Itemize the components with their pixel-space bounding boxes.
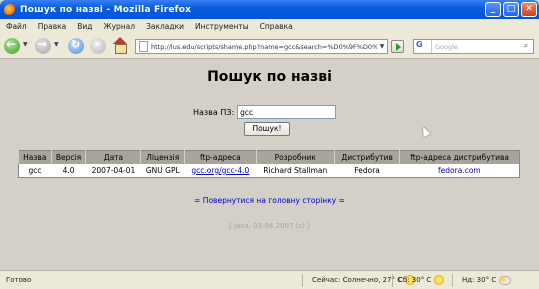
cell-distro-ftp: fedora.com xyxy=(400,164,520,178)
menu-bookmarks[interactable]: Закладки xyxy=(146,22,184,31)
cell-ftp: gcc.org/gcc-4.0 xyxy=(185,164,256,178)
name-label: Назва ПЗ: xyxy=(193,107,235,117)
status-divider xyxy=(452,274,453,287)
column-header: ftp-адреса дистрибутива xyxy=(399,150,520,164)
column-header: Назва xyxy=(18,150,52,164)
weather-day2-label: Сб: 30° C xyxy=(398,276,432,284)
cell-developer: Richard Stallman xyxy=(263,165,328,175)
column-header: Дистрибутив xyxy=(333,150,400,164)
window-titlebar: Пошук по назві - Mozilla Firefox _ □ ✕ xyxy=(0,0,539,19)
reload-icon[interactable] xyxy=(68,38,84,54)
status-divider xyxy=(302,274,303,287)
back-dropdown-icon[interactable]: ▼ xyxy=(23,41,28,48)
forward-icon[interactable] xyxy=(35,37,51,54)
status-text: Готово xyxy=(6,276,32,284)
url-text[interactable]: http://lus.edu/scripts/shame.php?name=gc… xyxy=(151,43,377,51)
column-header: Ліцензія xyxy=(140,150,185,164)
cell-date: 2007-04-01 xyxy=(91,165,136,175)
column-header: Дата xyxy=(85,150,141,164)
cell-version: 4.0 xyxy=(62,165,75,175)
home-icon[interactable] xyxy=(112,37,128,54)
column-header: Розробник xyxy=(255,150,335,164)
sun-icon xyxy=(434,275,445,285)
column-header: ftp-адреса xyxy=(184,150,257,164)
search-form: Назва ПЗ: xyxy=(193,105,337,119)
search-button[interactable]: Пошук! xyxy=(244,122,290,136)
menu-history[interactable]: Журнал xyxy=(104,22,136,31)
page-title: Пошук по назві xyxy=(207,69,332,85)
search-input[interactable]: Google xyxy=(432,43,519,51)
status-bar: Готово Сейчас: Солнечно, 27° C Сб: 30° C… xyxy=(0,270,539,289)
weather-today-label: Сейчас: Солнечно, 27° C xyxy=(312,276,403,284)
menu-file[interactable]: Файл xyxy=(6,22,27,31)
weather-day3-label: Нд: 30° C xyxy=(462,276,497,284)
url-bar[interactable]: http://lus.edu/scripts/shame.php?name=gc… xyxy=(135,39,388,54)
menu-help[interactable]: Справка xyxy=(260,22,293,31)
go-button[interactable] xyxy=(391,40,404,53)
menu-view[interactable]: Вид xyxy=(77,22,92,31)
menu-bar: Файл Правка Вид Журнал Закладки Инструме… xyxy=(0,19,539,33)
google-icon[interactable]: G xyxy=(414,40,432,53)
mouse-cursor-icon xyxy=(419,124,431,138)
cell-license: GNU GPL xyxy=(145,165,180,175)
maximize-button[interactable]: □ xyxy=(503,2,519,17)
results-table: Назва Версія Дата Ліцензія ftp-адреса Ро… xyxy=(18,150,520,178)
cell-distribution: Fedora xyxy=(354,165,380,175)
footer-note: [ Java, 03.04.2007 (c) ] xyxy=(229,222,310,230)
name-input[interactable] xyxy=(237,105,337,119)
column-header: Версія xyxy=(50,150,86,164)
partly-cloudy-icon xyxy=(499,275,512,285)
back-icon[interactable] xyxy=(4,37,20,54)
firefox-icon xyxy=(4,3,16,16)
weather-day2[interactable]: Сб: 30° C xyxy=(398,275,445,285)
stop-icon[interactable] xyxy=(90,38,106,54)
distro-ftp-link[interactable]: fedora.com xyxy=(438,166,481,175)
forward-dropdown-icon[interactable]: ▼ xyxy=(54,41,59,48)
close-button[interactable]: ✕ xyxy=(521,2,537,17)
status-divider xyxy=(392,274,393,287)
minimize-button[interactable]: _ xyxy=(485,2,501,17)
table-header-row: Назва Версія Дата Ліцензія ftp-адреса Ро… xyxy=(18,150,520,164)
url-dropdown-icon[interactable]: ▼ xyxy=(377,43,387,50)
page-content: Пошук по назві Назва ПЗ: Пошук! Назва Ве… xyxy=(0,60,539,270)
cell-name: gcc xyxy=(28,165,42,175)
search-bar[interactable]: G Google ⌕ xyxy=(413,39,534,54)
back-to-home-link[interactable]: = Повернутися на головну сторінку = xyxy=(0,196,539,205)
page-icon xyxy=(139,41,148,52)
ftp-link[interactable]: gcc.org/gcc-4.0 xyxy=(191,166,249,175)
menu-tools[interactable]: Инструменты xyxy=(195,22,249,31)
search-icon[interactable]: ⌕ xyxy=(519,40,533,53)
menu-edit[interactable]: Правка xyxy=(38,22,67,31)
window-title: Пошук по назві - Mozilla Firefox xyxy=(20,4,192,15)
table-row: gcc 4.0 2007-04-01 GNU GPL gcc.org/gcc-4… xyxy=(19,164,520,178)
navigation-toolbar: ▼ ▼ http://lus.edu/scripts/shame.php?nam… xyxy=(0,33,539,59)
weather-day3[interactable]: Нд: 30° C xyxy=(462,275,512,285)
